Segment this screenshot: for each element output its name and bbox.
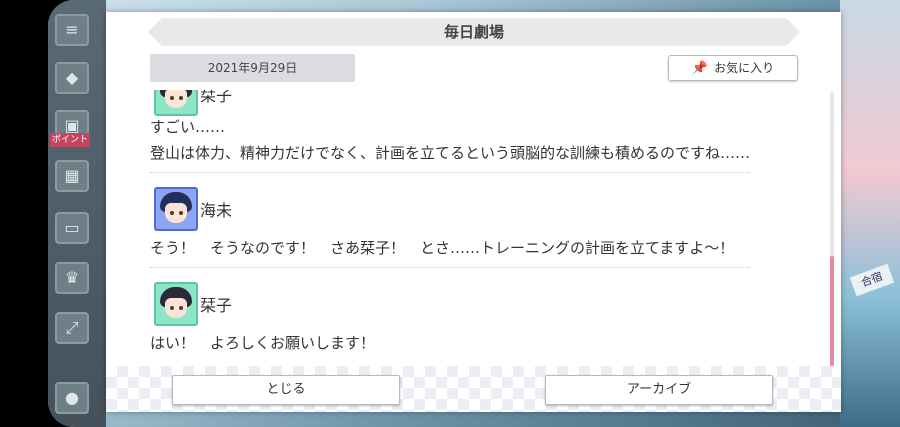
trophy-icon[interactable]: ♛ xyxy=(55,262,89,294)
profile-icon[interactable]: ● xyxy=(55,382,89,414)
speaker-row: 栞子 xyxy=(150,90,798,116)
screen-icon[interactable]: ▭ xyxy=(55,212,89,244)
fullscreen-icon[interactable]: ⤢ xyxy=(55,312,89,344)
speaker-row: 海未 xyxy=(150,181,798,231)
archive-button[interactable]: アーカイブ xyxy=(545,375,773,405)
avatar-shioriko xyxy=(154,90,198,116)
avatar-shioriko xyxy=(154,282,198,326)
message-line: 登山は体力、精神力だけでなく、計画を立てるという頭脳的な訓練も積めるのですね…… xyxy=(150,144,751,162)
message-item: 栞子 すごい…… 登山は体力、精神力だけでなく、計画を立てるという頭脳的な訓練も… xyxy=(150,90,798,173)
message-divider xyxy=(150,172,750,173)
speaker-name: 海未 xyxy=(200,201,233,220)
message-line: すごい…… xyxy=(150,118,226,136)
message-line: そう！ そうなのです！ さあ栞子！ とさ……トレーニングの計画を立てますよ～！ xyxy=(150,239,735,257)
chat-icon[interactable]: ◆ xyxy=(55,62,89,94)
daily-theater-dialog: 毎日劇場 2021年9月29日 📌 お気に入り 栞子 すごい…… 登山は体力、精神… xyxy=(106,12,841,412)
message-list[interactable]: 栞子 すごい…… 登山は体力、精神力だけでなく、計画を立てるという頭脳的な訓練も… xyxy=(150,90,798,368)
date-label: 2021年9月29日 xyxy=(150,54,355,82)
close-button[interactable]: とじる xyxy=(172,375,400,405)
message-item: 栞子 はい！ よろしくお願いします！ xyxy=(150,276,798,354)
avatar-umi xyxy=(154,187,198,231)
points-badge: ポイント xyxy=(50,133,90,147)
pin-icon: 📌 xyxy=(691,61,709,76)
scrollbar-thumb[interactable] xyxy=(830,256,834,366)
speaker-row: 栞子 xyxy=(150,276,798,326)
scrollbar[interactable] xyxy=(830,92,834,366)
favorite-label: お気に入り xyxy=(714,61,775,75)
message-divider xyxy=(150,267,750,268)
right-background-decoration xyxy=(840,0,900,427)
favorite-button[interactable]: 📌 お気に入り xyxy=(668,55,798,81)
speaker-name: 栞子 xyxy=(200,296,233,315)
message-item: 海未 そう！ そうなのです！ さあ栞子！ とさ……トレーニングの計画を立てますよ… xyxy=(150,181,798,268)
dialog-title: 毎日劇場 xyxy=(148,18,800,46)
present-icon[interactable]: ▦ xyxy=(55,160,89,192)
message-line: はい！ よろしくお願いします！ xyxy=(150,334,376,352)
menu-icon[interactable]: ≡ xyxy=(55,14,89,46)
speaker-name: 栞子 xyxy=(200,90,233,105)
